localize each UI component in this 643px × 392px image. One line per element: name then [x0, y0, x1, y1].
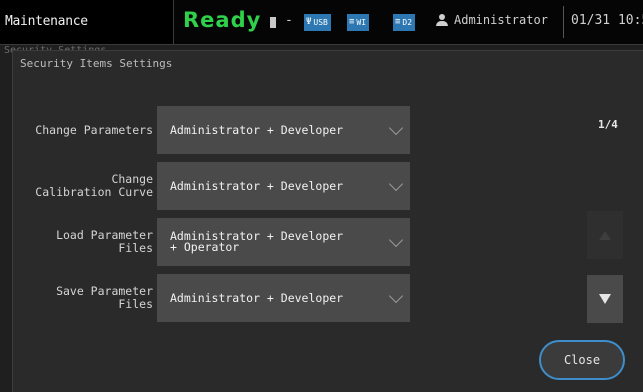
user-indicator: Administrator	[436, 13, 548, 27]
printer-badge-label: D2	[402, 18, 413, 27]
printer-icon: ≡	[395, 17, 401, 27]
row-label-save-parameter-files: Save Parameter Files	[56, 284, 153, 311]
clock: 01/31 10:5	[571, 13, 643, 28]
status-bar: Maintenance Ready - Ψ USB ≡ WI ≡ D2 Admi…	[0, 0, 643, 45]
printer-badge: ≡ D2	[393, 14, 416, 31]
select-save-parameter-files[interactable]: Administrator + Developer	[157, 274, 410, 322]
usb-icon: Ψ	[306, 17, 312, 27]
select-value: Administrator + Developer	[170, 290, 344, 305]
device-icon	[270, 17, 276, 28]
page-down-button[interactable]	[587, 275, 623, 323]
device-status-dash: -	[285, 13, 293, 28]
row-label-change-calibration-curve: Change Calibration Curve	[35, 172, 153, 199]
status-text: Ready	[183, 8, 262, 32]
network-icon: ≡	[349, 17, 355, 27]
dialog-title: Security Items Settings	[20, 57, 173, 70]
page-up-button[interactable]	[587, 211, 623, 259]
chevron-down-icon	[388, 288, 404, 304]
select-value: Administrator + Developer + Operator	[170, 229, 344, 254]
divider	[563, 6, 564, 38]
chevron-down-icon	[388, 176, 404, 192]
usb-badge: Ψ USB	[304, 14, 331, 31]
select-value: Administrator + Developer	[170, 122, 344, 137]
usb-badge-label: USB	[313, 18, 328, 27]
close-button[interactable]: Close	[539, 340, 625, 380]
user-icon	[436, 14, 448, 26]
select-change-parameters[interactable]: Administrator + Developer	[157, 106, 410, 154]
select-change-calibration-curve[interactable]: Administrator + Developer	[157, 162, 410, 210]
chevron-down-icon	[388, 232, 404, 248]
mode-label: Maintenance	[0, 0, 174, 44]
network-badge-label: WI	[356, 18, 367, 27]
select-load-parameter-files[interactable]: Administrator + Developer + Operator	[157, 218, 410, 266]
page-indicator: 1/4	[598, 118, 618, 131]
user-name: Administrator	[454, 13, 548, 27]
row-label-change-parameters: Change Parameters	[35, 123, 153, 137]
network-badge: ≡ WI	[347, 14, 370, 31]
chevron-down-icon	[388, 120, 404, 136]
security-settings-dialog: Security Items Settings Change Parameter…	[12, 50, 643, 392]
select-value: Administrator + Developer	[170, 178, 344, 193]
arrow-up-icon	[599, 230, 611, 240]
row-label-load-parameter-files: Load Parameter Files	[56, 228, 153, 255]
arrow-down-icon	[599, 294, 611, 304]
